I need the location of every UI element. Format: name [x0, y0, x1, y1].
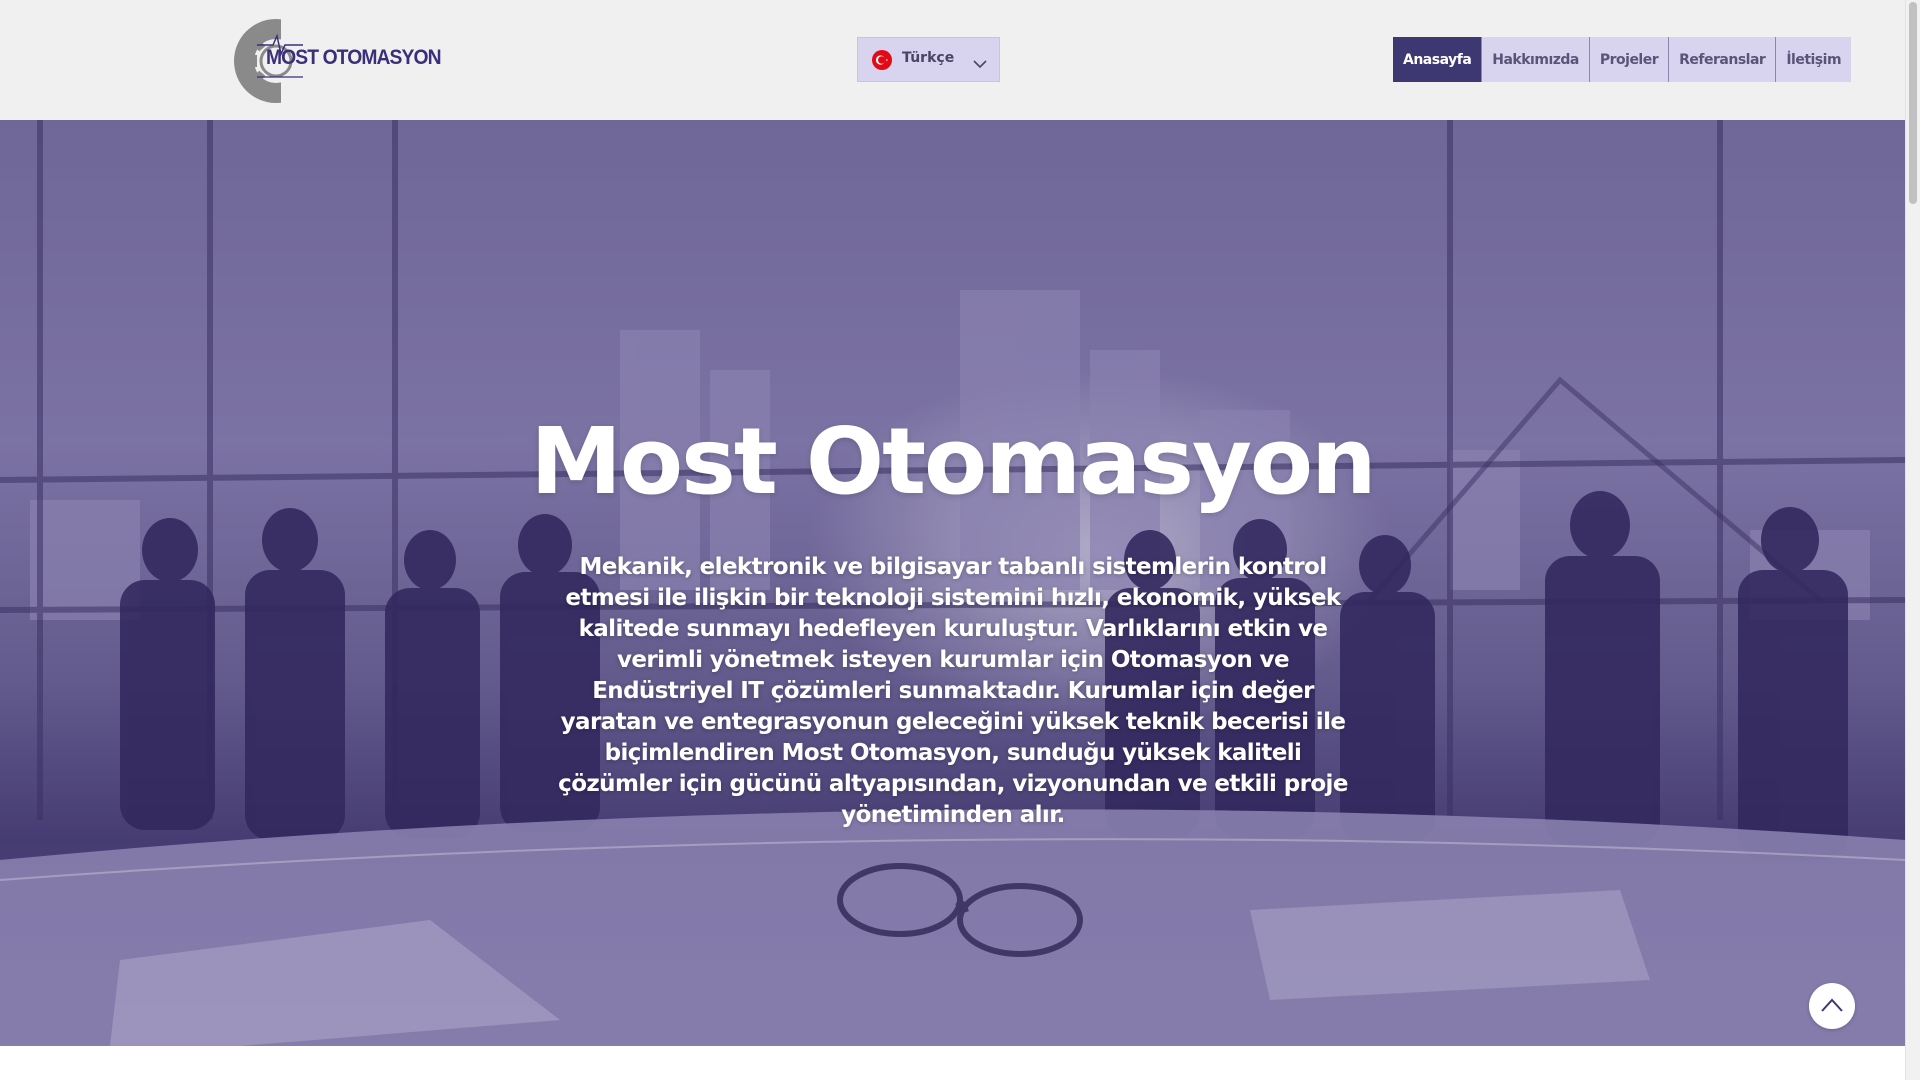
nav-item-hakkimizda[interactable]: Hakkımızda	[1481, 37, 1589, 82]
hero-section: Most Otomasyon Mekanik, elektronik ve bi…	[0, 120, 1905, 1046]
hero-title: Most Otomasyon	[530, 408, 1376, 515]
scroll-to-top-button[interactable]	[1809, 983, 1855, 1029]
nav-item-projeler[interactable]: Projeler	[1588, 37, 1669, 82]
language-label: Türkçe	[902, 50, 955, 66]
scrollbar-thumb[interactable]	[1909, 2, 1917, 204]
nav-item-anasayfa[interactable]: Anasayfa	[1393, 37, 1482, 82]
logo[interactable]: MOST OTOMASYON	[233, 18, 442, 104]
language-selector[interactable]: Türkçe	[857, 37, 1000, 82]
turkey-flag-icon	[872, 50, 892, 70]
nav-item-iletisim[interactable]: İletişim	[1775, 37, 1852, 82]
hero-description: Mekanik, elektronik ve bilgisayar tabanl…	[558, 554, 1348, 828]
chevron-up-icon	[1821, 998, 1843, 1012]
nav-item-referanslar[interactable]: Referanslar	[1668, 37, 1776, 82]
logo-text: MOST OTOMASYON	[266, 46, 442, 69]
vertical-scrollbar[interactable]	[1905, 0, 1920, 1080]
chevron-down-icon	[973, 54, 987, 73]
site-header: MOST OTOMASYON Türkçe Anasayfa Hakkımızd…	[0, 0, 1905, 120]
page: MOST OTOMASYON Türkçe Anasayfa Hakkımızd…	[0, 0, 1905, 1080]
main-nav: Anasayfa Hakkımızda Projeler Referanslar…	[1393, 37, 1852, 82]
